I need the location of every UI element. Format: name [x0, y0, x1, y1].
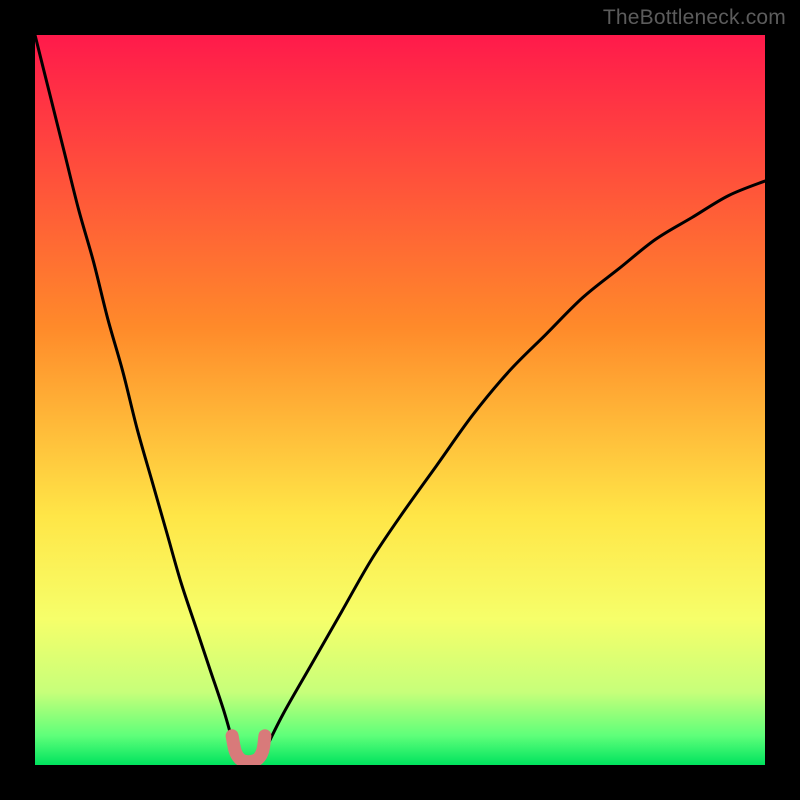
chart-background	[35, 35, 765, 765]
bottleneck-chart	[35, 35, 765, 765]
watermark-label: TheBottleneck.com	[603, 6, 786, 30]
chart-frame: TheBottleneck.com	[0, 0, 800, 800]
